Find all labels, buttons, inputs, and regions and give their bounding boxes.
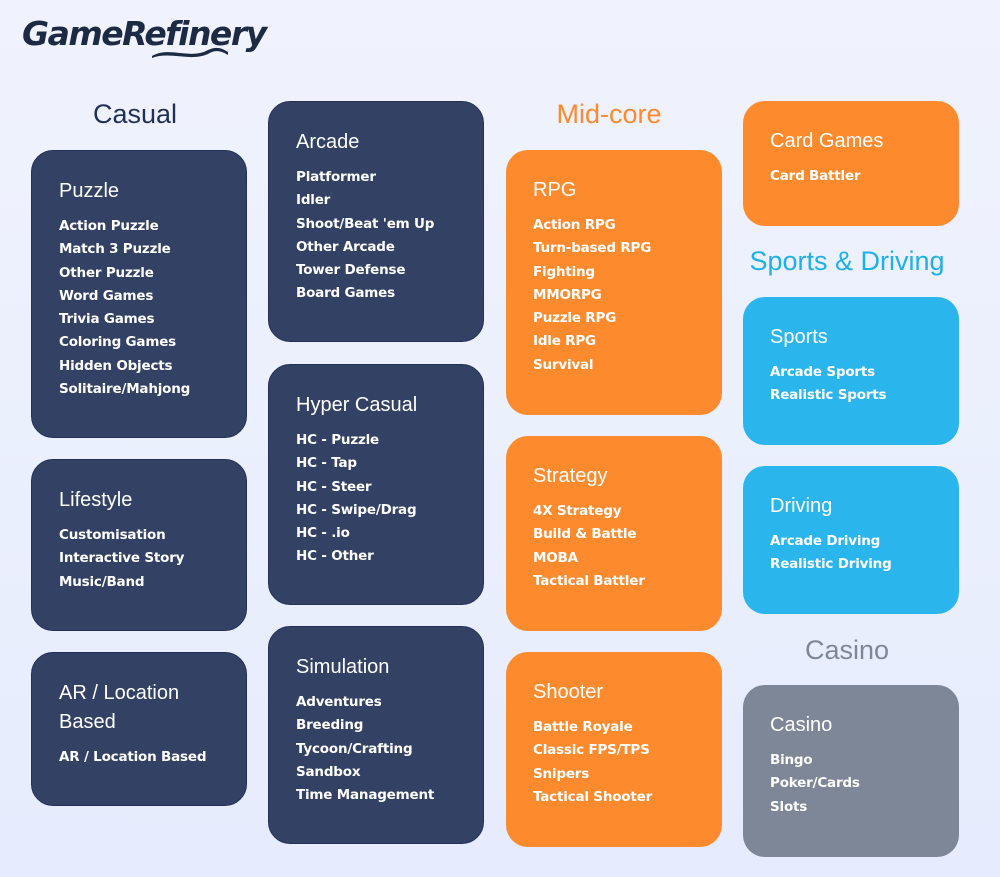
card-title: Puzzle [59,180,120,202]
genre-item: HC - .io [296,525,350,542]
genre-item: Coloring Games [59,334,176,351]
genre-item: Music/Band [59,573,145,590]
genre-item: Platformer [296,169,376,185]
card-casino[interactable]: Casino Bingo Poker/Cards Slots [743,685,959,857]
genre-item: Classic FPS/TPS [533,742,650,759]
genre-item: Poker/Cards [770,775,860,792]
genre-item: Customisation [59,527,166,543]
card-title: Sports [770,326,828,348]
card-ar-location[interactable]: AR / Location Based AR / Location Based [31,652,247,806]
genre-item: Other Arcade [296,238,395,255]
card-strategy[interactable]: Strategy 4X Strategy Build & Battle MOBA… [506,436,722,631]
card-puzzle[interactable]: Puzzle Action Puzzle Match 3 Puzzle Othe… [31,150,247,438]
genre-item: Tower Defense [296,262,406,279]
genre-item: Board Games [296,285,395,302]
card-title: Card Games [770,130,884,152]
genre-item: Trivia Games [59,311,155,328]
genre-item: HC - Steer [296,478,372,495]
genre-item: MMORPG [533,286,602,303]
genre-item: Bingo [770,752,813,768]
card-card-games[interactable]: Card Games Card Battler [743,101,959,226]
card-title: Shooter [533,681,604,703]
card-title: Driving [770,495,833,517]
genre-item: Card Battler [770,168,861,184]
card-driving[interactable]: Driving Arcade Driving Realistic Driving [743,466,959,614]
card-title: Arcade [296,131,360,153]
genre-item: Idler [296,192,331,209]
card-rpg[interactable]: RPG Action RPG Turn-based RPG Fighting M… [506,150,722,415]
genre-item: Idle RPG [533,333,596,350]
genre-item: Tactical Battler [533,572,645,589]
card-simulation[interactable]: Simulation Adventures Breeding Tycoon/Cr… [268,626,484,844]
genre-item: Fighting [533,263,595,280]
card-title: Hyper Casual [296,394,418,416]
heading-casual: Casual [92,99,178,129]
genre-item: Realistic Driving [770,556,892,573]
genre-item: 4X Strategy [533,503,622,519]
card-title: RPG [533,179,577,201]
genre-item: Survival [533,356,594,373]
genre-item: Build & Battle [533,526,637,543]
card-hyper-casual[interactable]: Hyper Casual HC - Puzzle HC - Tap HC - S… [268,364,484,605]
genre-item: Slots [770,798,808,815]
genre-item: Sandbox [296,763,361,780]
card-title: Lifestyle [59,489,133,511]
genre-item: Snipers [533,765,590,782]
genre-item: Interactive Story [59,550,185,567]
genre-item: Adventures [296,694,382,710]
genre-item: Solitaire/Mahjong [59,381,191,398]
genre-item: Tycoon/Crafting [296,740,413,757]
heading-casino: Casino [804,635,890,665]
card-arcade[interactable]: Arcade Platformer Idler Shoot/Beat 'em U… [268,101,484,342]
genre-item: Battle Royale [533,719,633,735]
card-shooter[interactable]: Shooter Battle Royale Classic FPS/TPS Sn… [506,652,722,847]
genre-item: Match 3 Puzzle [59,241,171,258]
genre-item: Word Games [59,287,154,304]
card-title: Casino [770,714,833,736]
genre-item: HC - Tap [296,455,357,472]
card-lifestyle[interactable]: Lifestyle Customisation Interactive Stor… [31,459,247,631]
logo-swoosh-icon [152,47,228,58]
card-title-line2: Based [59,711,116,733]
heading-midcore: Mid-core [556,99,662,129]
genre-item: Realistic Sports [770,387,887,404]
genre-item: MOBA [533,549,578,566]
genre-item: Action Puzzle [59,218,159,234]
genre-item: Time Management [296,787,435,804]
card-sports[interactable]: Sports Arcade Sports Realistic Sports [743,297,959,445]
genre-item: Arcade Sports [770,364,875,380]
genre-item: Puzzle RPG [533,310,617,327]
genre-item: Shoot/Beat 'em Up [296,215,435,232]
genre-item: Tactical Shooter [533,788,653,805]
card-title: Simulation [296,656,390,678]
genre-item: Arcade Driving [770,533,881,549]
genre-item: AR / Location Based [59,749,207,765]
genre-item: HC - Other [296,548,374,565]
genre-item: Hidden Objects [59,357,173,374]
genre-item: Other Puzzle [59,264,154,281]
genre-item: Breeding [296,717,364,734]
card-title: Strategy [533,465,608,487]
genre-item: HC - Swipe/Drag [296,501,417,518]
genre-item: Action RPG [533,217,616,233]
card-title-line1: AR / Location [59,682,180,704]
heading-sports-driving: Sports & Driving [749,246,945,276]
genre-item: HC - Puzzle [296,432,380,448]
genre-item: Turn-based RPG [533,240,652,257]
